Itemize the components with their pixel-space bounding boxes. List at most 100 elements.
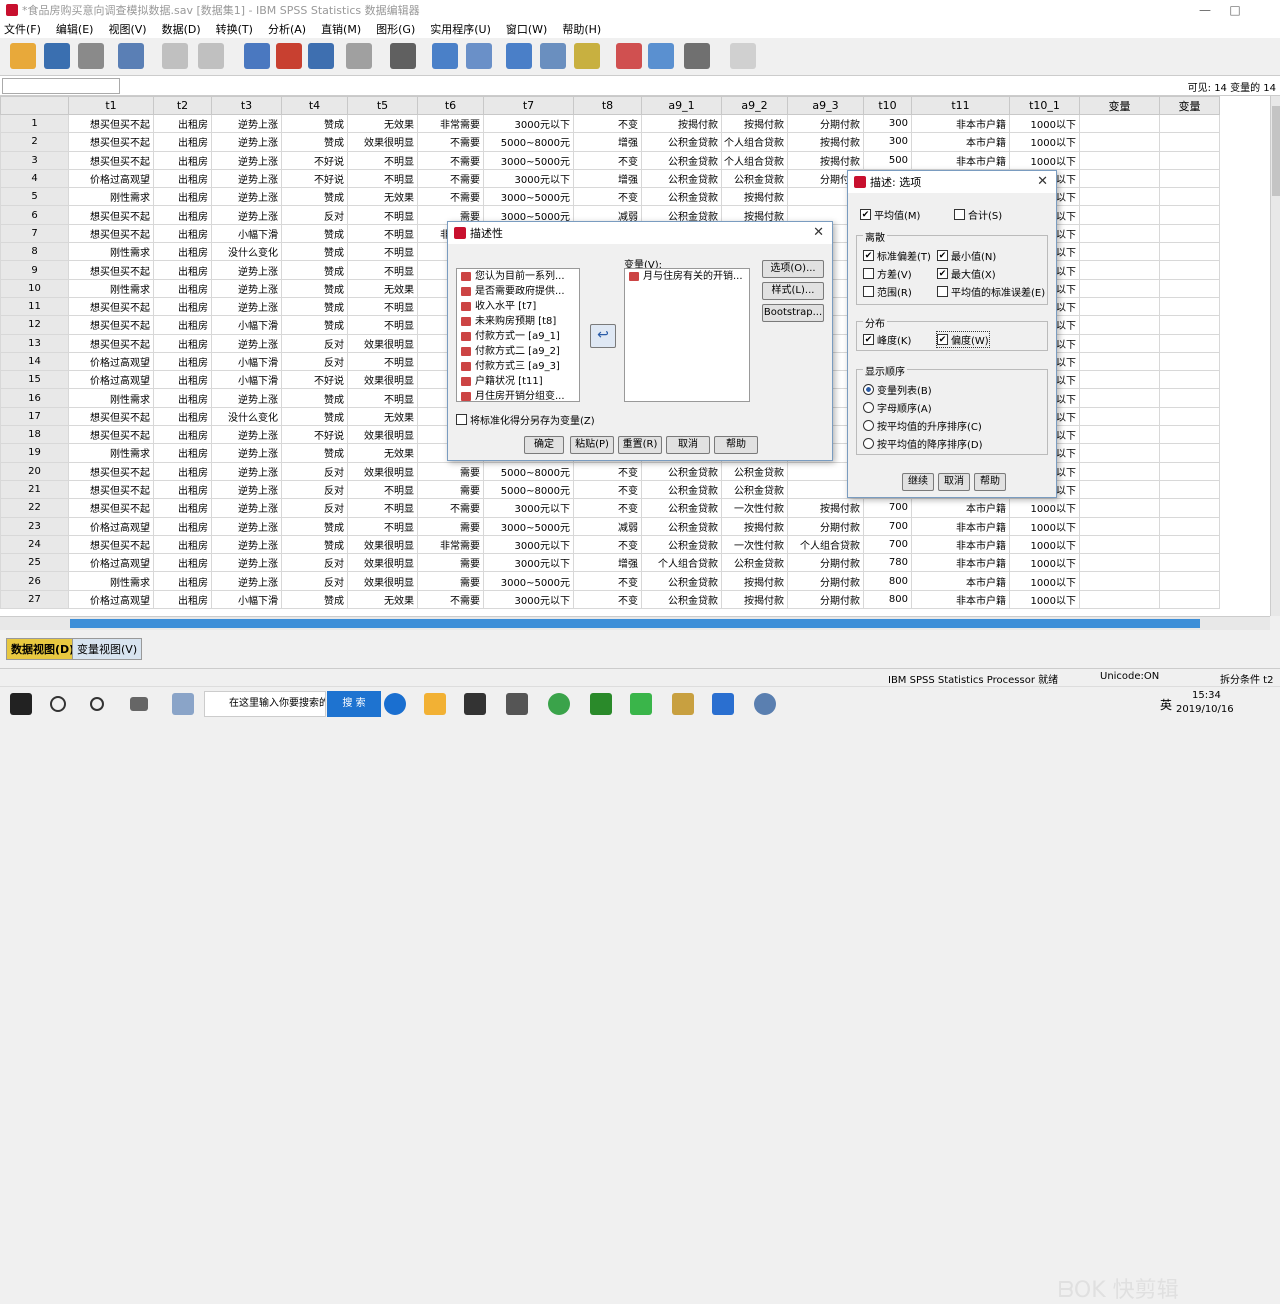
data-cell[interactable]: 700 <box>863 534 912 555</box>
data-cell[interactable]: 公积金贷款 <box>641 461 722 481</box>
data-cell[interactable] <box>1079 534 1160 555</box>
data-cell[interactable]: 出租房 <box>153 571 212 591</box>
data-cell[interactable]: 非本市户籍 <box>911 553 1010 573</box>
data-cell[interactable]: 一次性付款 <box>721 534 788 555</box>
print-icon[interactable] <box>78 43 104 69</box>
mean-checkbox[interactable]: ✔ 平均值(M) <box>860 207 920 222</box>
data-cell[interactable]: 非本市户籍 <box>911 516 1010 536</box>
data-cell[interactable]: 公积金贷款 <box>641 479 722 500</box>
column-header[interactable]: t1 <box>68 96 154 115</box>
data-cell[interactable]: 逆势上涨 <box>211 168 282 189</box>
data-cell[interactable] <box>1159 553 1220 573</box>
menu-edit[interactable]: 编辑(E) <box>56 21 94 37</box>
data-cell[interactable]: 不明显 <box>347 315 418 335</box>
menu-direct-marketing[interactable]: 直销(M) <box>321 21 361 37</box>
column-header[interactable]: 变量 <box>1159 96 1220 115</box>
data-cell[interactable] <box>1079 242 1160 262</box>
data-cell[interactable]: 赞成 <box>281 278 348 298</box>
data-cell[interactable]: 赞成 <box>281 132 348 152</box>
data-cell[interactable]: 3000元以下 <box>483 589 574 610</box>
data-cell[interactable] <box>1079 461 1160 481</box>
edge-browser-icon[interactable] <box>384 693 406 715</box>
data-cell[interactable]: 逆势上涨 <box>211 150 282 170</box>
data-cell[interactable]: 出租房 <box>153 187 212 207</box>
data-cell[interactable]: 3000~5000元 <box>483 150 574 170</box>
data-cell[interactable]: 3000元以下 <box>483 498 574 518</box>
data-cell[interactable]: 出租房 <box>153 388 212 408</box>
data-cell[interactable]: 无效果 <box>347 406 418 427</box>
data-cell[interactable] <box>1159 406 1220 427</box>
horizontal-scrollbar[interactable] <box>0 616 1270 630</box>
data-cell[interactable]: 非本市户籍 <box>911 534 1010 555</box>
data-cell[interactable]: 1000以下 <box>1009 132 1080 152</box>
data-cell[interactable]: 减弱 <box>573 516 642 536</box>
data-cell[interactable] <box>1079 168 1160 189</box>
data-cell[interactable]: 出租房 <box>153 168 212 189</box>
spss-taskbar-icon[interactable] <box>754 693 776 715</box>
data-cell[interactable]: 出租房 <box>153 205 212 225</box>
data-cell[interactable] <box>1079 370 1160 390</box>
data-cell[interactable]: 公积金贷款 <box>721 168 788 189</box>
data-cell[interactable] <box>1159 260 1220 280</box>
data-cell[interactable]: 按揭付款 <box>721 113 788 134</box>
close-icon[interactable]: ✕ <box>813 225 824 240</box>
data-cell[interactable]: 个人组合贷款 <box>721 150 788 170</box>
weight-cases-icon[interactable] <box>540 43 566 69</box>
data-cell[interactable]: 赞成 <box>281 296 348 317</box>
data-cell[interactable]: 个人组合贷款 <box>721 132 788 152</box>
data-cell[interactable]: 不明显 <box>347 168 418 189</box>
row-number[interactable]: 2 <box>0 132 69 152</box>
row-number[interactable]: 6 <box>0 205 69 225</box>
list-item[interactable]: 付款方式二 [a9_2] <box>457 344 579 359</box>
data-cell[interactable]: 3000元以下 <box>483 534 574 555</box>
data-cell[interactable]: 想买但买不起 <box>68 425 154 445</box>
data-cell[interactable]: 反对 <box>281 571 348 591</box>
data-cell[interactable]: 效果很明显 <box>347 333 418 353</box>
data-cell[interactable]: 3000元以下 <box>483 168 574 189</box>
windows-start-icon[interactable] <box>10 693 32 715</box>
data-cell[interactable] <box>1159 516 1220 536</box>
open-file-icon[interactable] <box>10 43 36 69</box>
data-cell[interactable]: 小幅下滑 <box>211 315 282 335</box>
bootstrap-button[interactable]: Bootstrap... <box>762 304 824 322</box>
data-cell[interactable]: 效果很明显 <box>347 553 418 573</box>
data-cell[interactable]: 不需要 <box>417 132 484 152</box>
data-cell[interactable]: 价格过高观望 <box>68 351 154 372</box>
data-cell[interactable] <box>1079 150 1160 170</box>
data-cell[interactable]: 无效果 <box>347 278 418 298</box>
data-cell[interactable]: 780 <box>863 553 912 573</box>
data-cell[interactable]: 小幅下滑 <box>211 589 282 610</box>
data-cell[interactable]: 赞成 <box>281 187 348 207</box>
data-cell[interactable]: 不明显 <box>347 223 418 244</box>
data-cell[interactable]: 不好说 <box>281 150 348 170</box>
data-cell[interactable] <box>1159 113 1220 134</box>
data-cell[interactable]: 700 <box>863 498 912 518</box>
list-item[interactable]: 月与住房有关的开销... <box>625 269 749 284</box>
data-cell[interactable]: 效果很明显 <box>347 534 418 555</box>
folder-app-icon[interactable] <box>672 693 694 715</box>
menu-analyze[interactable]: 分析(A) <box>268 21 306 37</box>
data-cell[interactable]: 赞成 <box>281 260 348 280</box>
data-cell[interactable] <box>1079 333 1160 353</box>
data-cell[interactable]: 赞成 <box>281 406 348 427</box>
undo-icon[interactable] <box>162 43 188 69</box>
data-cell[interactable]: 效果很明显 <box>347 571 418 591</box>
ok-button[interactable]: 确定 <box>524 436 564 454</box>
menu-graphs[interactable]: 图形(G) <box>376 21 415 37</box>
data-cell[interactable]: 不变 <box>573 571 642 591</box>
data-cell[interactable] <box>1159 461 1220 481</box>
data-cell[interactable]: 出租房 <box>153 406 212 427</box>
save-standardized-checkbox[interactable]: 将标准化得分另存为变量(Z) <box>456 412 595 427</box>
data-cell[interactable]: 价格过高观望 <box>68 553 154 573</box>
data-cell[interactable]: 没什么变化 <box>211 406 282 427</box>
data-cell[interactable]: 无效果 <box>347 113 418 134</box>
data-cell[interactable]: 不变 <box>573 589 642 610</box>
data-cell[interactable]: 非常需要 <box>417 113 484 134</box>
data-cell[interactable]: 按揭付款 <box>787 150 864 170</box>
data-cell[interactable]: 不明显 <box>347 296 418 317</box>
close-icon[interactable]: ✕ <box>1037 174 1048 189</box>
reset-button[interactable]: 重置(R) <box>618 436 662 454</box>
data-cell[interactable]: 不需要 <box>417 498 484 518</box>
data-cell[interactable]: 赞成 <box>281 223 348 244</box>
data-cell[interactable]: 5000~8000元 <box>483 132 574 152</box>
